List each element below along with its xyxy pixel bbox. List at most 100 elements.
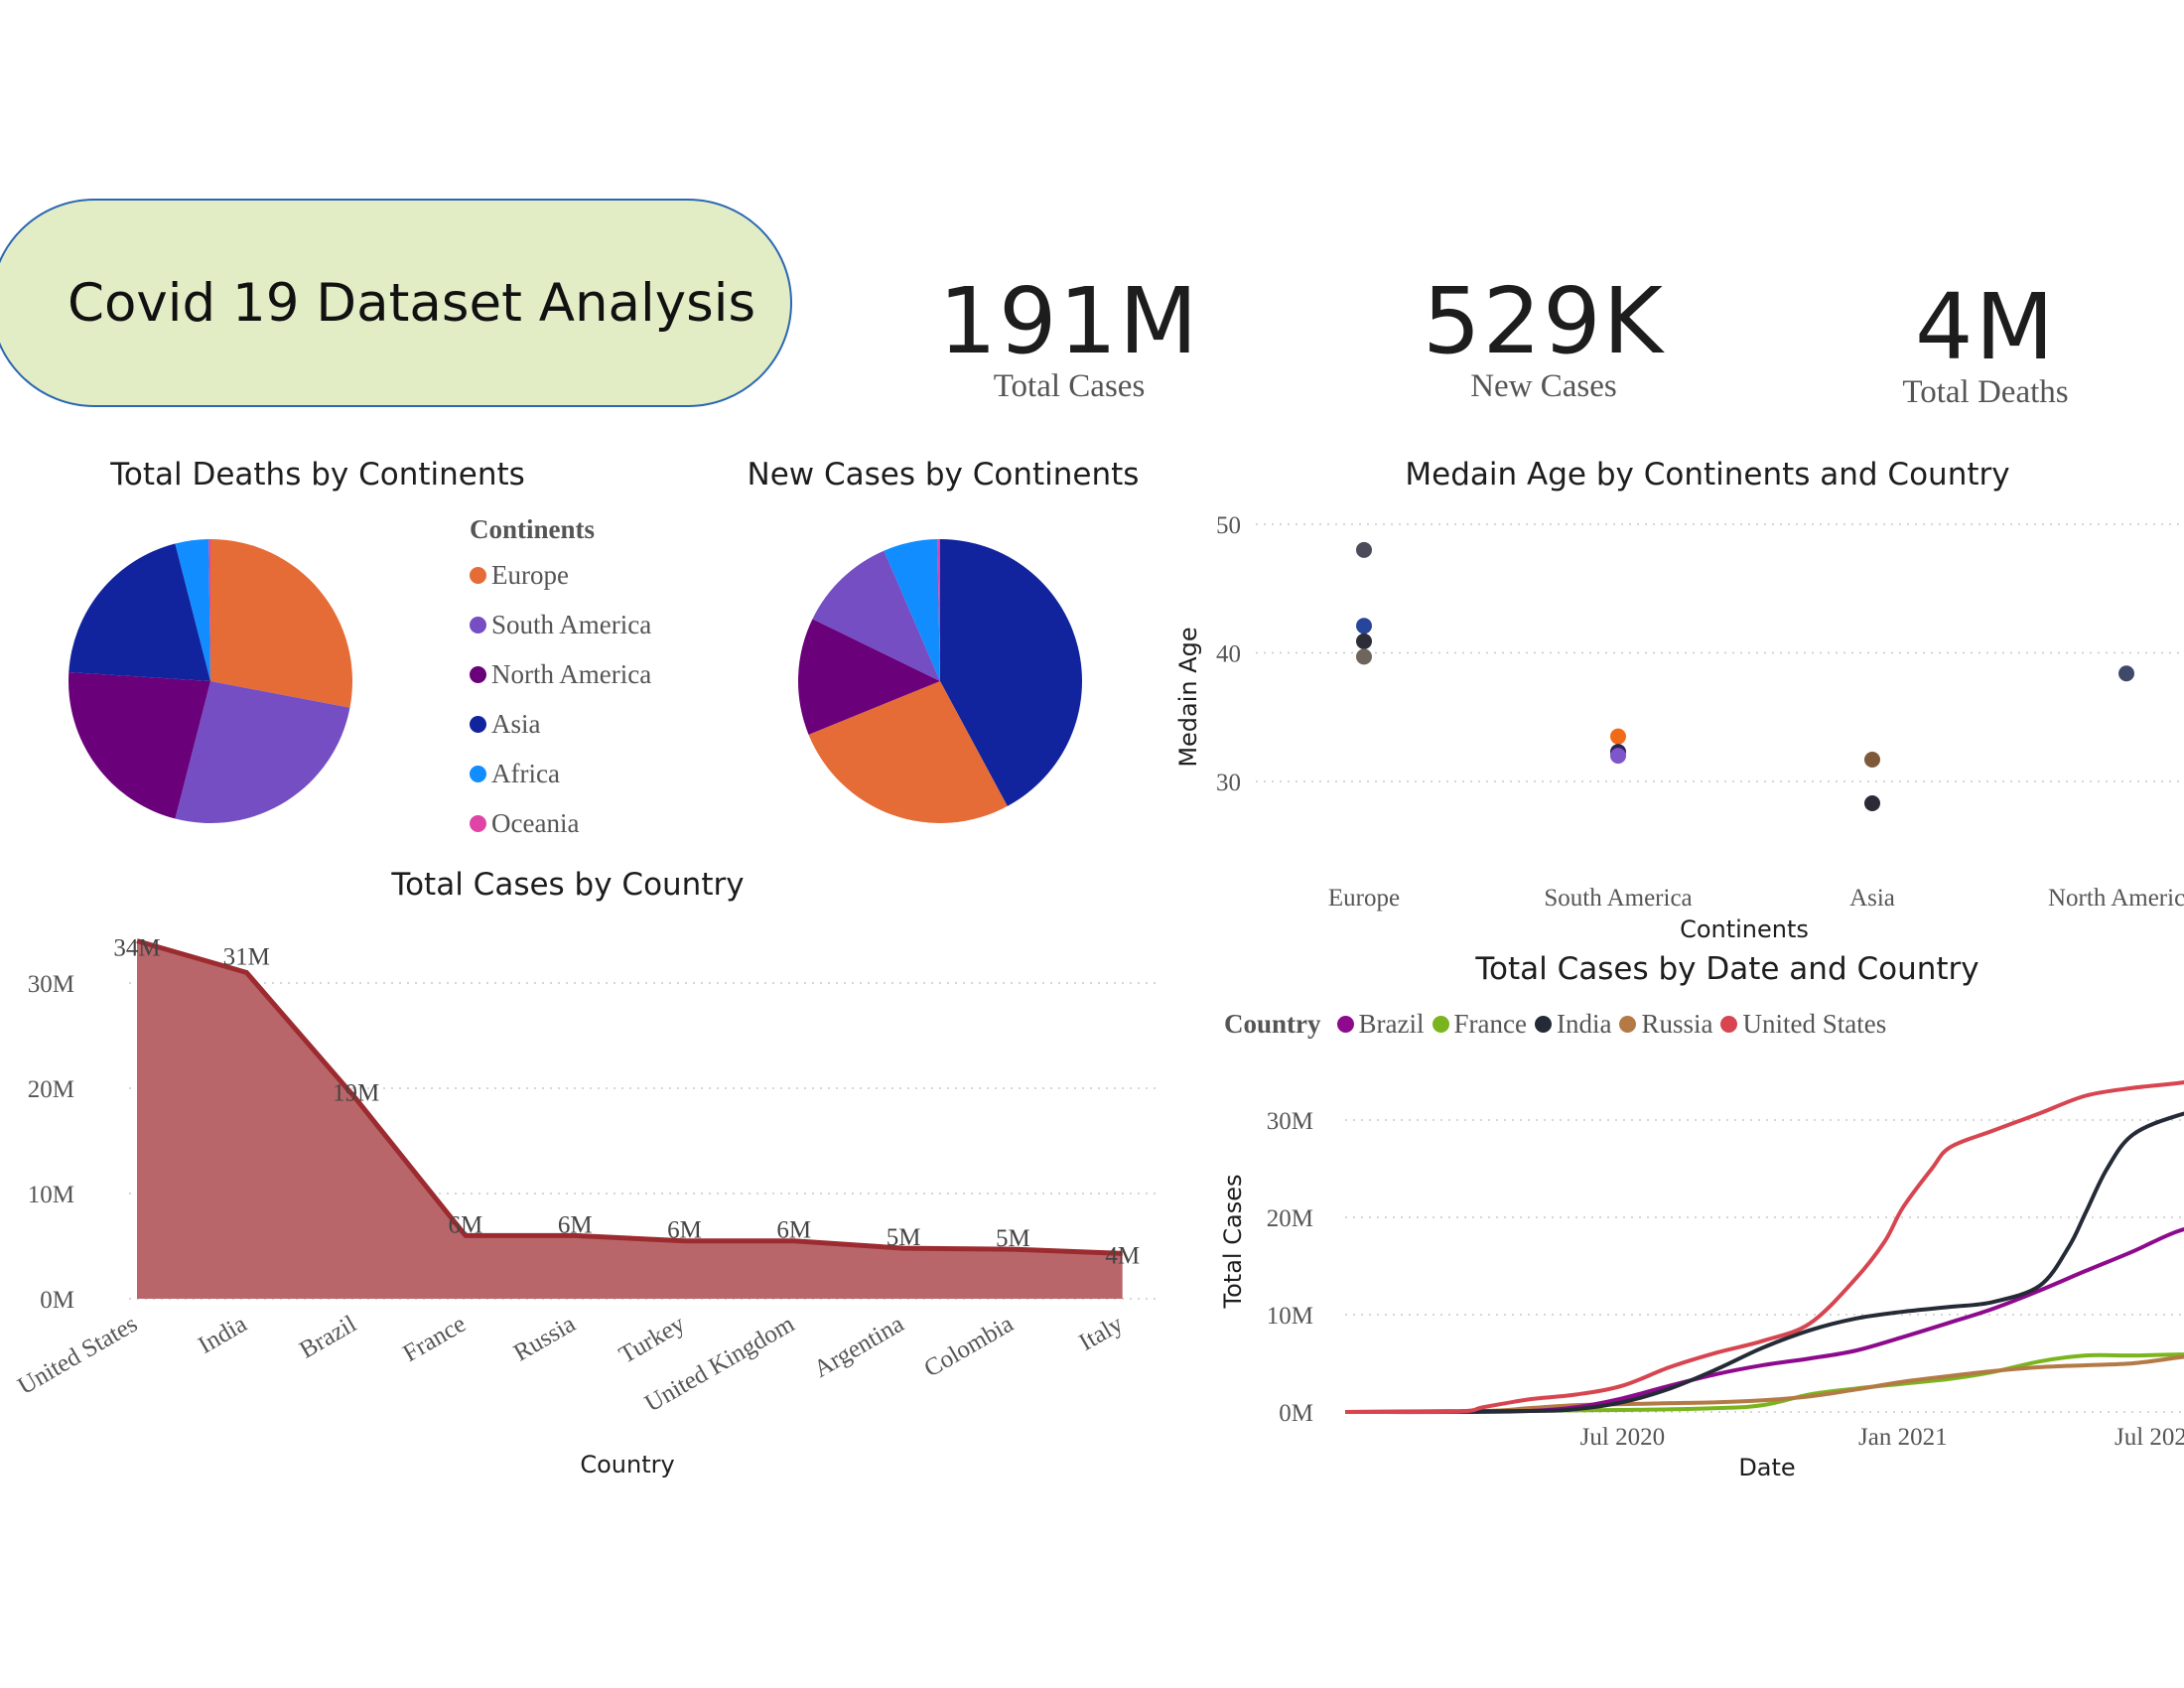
legend-country: Country Brazil France India Russia United St…	[1224, 1009, 1886, 1040]
y-tick-label: 40	[1216, 641, 1241, 668]
x-tick-label: Jul 2020	[1580, 1424, 1665, 1451]
legend-item-north-america[interactable]: North America	[470, 649, 651, 699]
legend-label: Asia	[491, 708, 541, 739]
scatter-chart-median-age[interactable]: 30 40 50 Europe South America Asia North Ameri…	[1166, 501, 2184, 948]
data-label: 5M	[887, 1224, 921, 1251]
series-line-france[interactable]	[1344, 1352, 2184, 1414]
legend-marker	[470, 566, 486, 584]
legend-item-africa[interactable]: Africa	[470, 749, 651, 798]
kpi-new-cases: 529K New Cases	[1345, 268, 1742, 405]
data-label: 4M	[1105, 1242, 1140, 1269]
x-tick-label: Colombia	[920, 1311, 1019, 1383]
legend-item-asia[interactable]: Asia	[470, 699, 651, 749]
series-line-brazil[interactable]	[1344, 1220, 2184, 1415]
kpi-label: New Cases	[1470, 368, 1617, 404]
kpi-label: Total Deaths	[1902, 374, 2069, 410]
y-tick-label: 30	[1216, 770, 1241, 796]
kpi-total-deaths: 4M Total Deaths	[1787, 274, 2184, 411]
legend-title: Continents	[470, 514, 596, 544]
y-tick-label: 10M	[28, 1182, 74, 1208]
scatter-point[interactable]	[1356, 541, 1372, 558]
scatter-point[interactable]	[1610, 748, 1626, 765]
pie-slice-europe[interactable]	[210, 539, 352, 708]
y-tick-label: 20M	[1267, 1205, 1313, 1232]
legend-marker	[470, 665, 486, 683]
legend-marker	[470, 814, 486, 832]
scatter-point[interactable]	[1610, 728, 1626, 745]
legend-item-russia[interactable]: Russia	[1619, 1009, 1712, 1040]
kpi-value: 4M	[1915, 274, 2056, 380]
scatter-point[interactable]	[1864, 795, 1880, 812]
x-tick-label: Argentina	[809, 1311, 908, 1383]
data-label: 5M	[996, 1225, 1030, 1252]
legend-marker	[470, 715, 486, 733]
legend-item-france[interactable]: France	[1432, 1009, 1527, 1040]
x-tick-label: Russia	[509, 1311, 580, 1367]
y-axis-title: Total Cases	[1219, 1175, 1247, 1310]
legend-continents: Continents Europe South America North Amer…	[470, 514, 651, 848]
legend-label: Oceania	[491, 807, 580, 838]
chart-title-median-age: Medain Age by Continents and Country	[1405, 457, 2010, 492]
x-tick-label: Europe	[1328, 885, 1400, 912]
x-tick-label: North Americ	[2048, 885, 2184, 912]
y-tick-label: 10M	[1267, 1303, 1313, 1330]
scatter-point[interactable]	[1356, 618, 1372, 634]
area-fill	[137, 940, 1123, 1299]
x-tick-label: South America	[1544, 885, 1692, 912]
x-tick-label: Asia	[1849, 885, 1895, 912]
legend-marker	[1336, 1016, 1354, 1033]
kpi-value: 191M	[938, 268, 1200, 374]
scatter-point[interactable]	[1356, 633, 1372, 649]
chart-title-total-cases-date: Total Cases by Date and Country	[1475, 951, 1979, 987]
pie-chart-new-cases[interactable]	[789, 531, 1097, 829]
legend-marker	[470, 616, 486, 633]
legend-label: Brazil	[1358, 1009, 1425, 1039]
chart-title-total-cases-country: Total Cases by Country	[391, 867, 745, 903]
legend-item-south-america[interactable]: South America	[470, 600, 651, 649]
x-tick-label: Italy	[1075, 1311, 1129, 1357]
data-label: 6M	[667, 1217, 702, 1244]
legend-label: France	[1453, 1009, 1527, 1039]
kpi-total-cases: 191M Total Cases	[871, 268, 1268, 405]
legend-item-united-states[interactable]: United States	[1720, 1009, 1886, 1040]
legend-item-europe[interactable]: Europe	[470, 550, 651, 600]
chart-title-total-deaths: Total Deaths by Continents	[110, 457, 525, 492]
data-label: 19M	[333, 1080, 379, 1107]
x-axis-title: Continents	[1680, 915, 1809, 943]
y-tick-label: 0M	[40, 1287, 74, 1314]
area-chart-total-cases-country[interactable]: 0M 10M 20M 30M 34M 31M 19M 6M 6M 6M 6M 5M 5M 4M United…	[0, 923, 1181, 1489]
x-tick-label: Jan 2021	[1858, 1424, 1948, 1451]
y-tick-label: 20M	[28, 1076, 74, 1103]
legend-marker	[1619, 1016, 1637, 1033]
data-label: 31M	[223, 943, 270, 970]
legend-item-brazil[interactable]: Brazil	[1336, 1009, 1425, 1040]
legend-marker	[1534, 1016, 1552, 1033]
pie-chart-total-deaths[interactable]	[60, 531, 367, 829]
kpi-value: 529K	[1423, 268, 1665, 374]
x-tick-label: India	[194, 1311, 251, 1359]
data-label: 34M	[113, 935, 160, 962]
scatter-point[interactable]	[2118, 665, 2134, 682]
data-label: 6M	[558, 1211, 593, 1238]
chart-title-new-cases: New Cases by Continents	[747, 457, 1140, 492]
x-tick-label: Brazil	[295, 1311, 360, 1364]
line-chart-total-cases-date[interactable]: 0M 10M 20M 30M Jul 2020 Jan 2021 Jul 202 Date To…	[1196, 1053, 2184, 1499]
y-axis-title: Medain Age	[1174, 627, 1202, 767]
scatter-point[interactable]	[1356, 648, 1372, 665]
legend-label: Europe	[491, 559, 569, 590]
series-line-united-states[interactable]	[1344, 1076, 2184, 1415]
x-tick-label: France	[398, 1311, 470, 1367]
legend-label: United States	[1742, 1009, 1887, 1039]
legend-title: Country	[1224, 1009, 1321, 1039]
legend-item-oceania[interactable]: Oceania	[470, 798, 651, 848]
x-axis-title: Date	[1738, 1454, 1795, 1481]
x-axis-title: Country	[580, 1451, 674, 1478]
legend-item-india[interactable]: India	[1534, 1009, 1611, 1040]
y-tick-label: 30M	[28, 971, 74, 998]
dashboard-title: Covid 19 Dataset Analysis	[68, 273, 756, 334]
legend-label: South America	[491, 609, 652, 639]
scatter-point[interactable]	[1864, 751, 1880, 768]
legend-label: Russia	[1641, 1009, 1713, 1039]
data-label: 6M	[776, 1217, 811, 1244]
y-tick-label: 50	[1216, 512, 1241, 539]
